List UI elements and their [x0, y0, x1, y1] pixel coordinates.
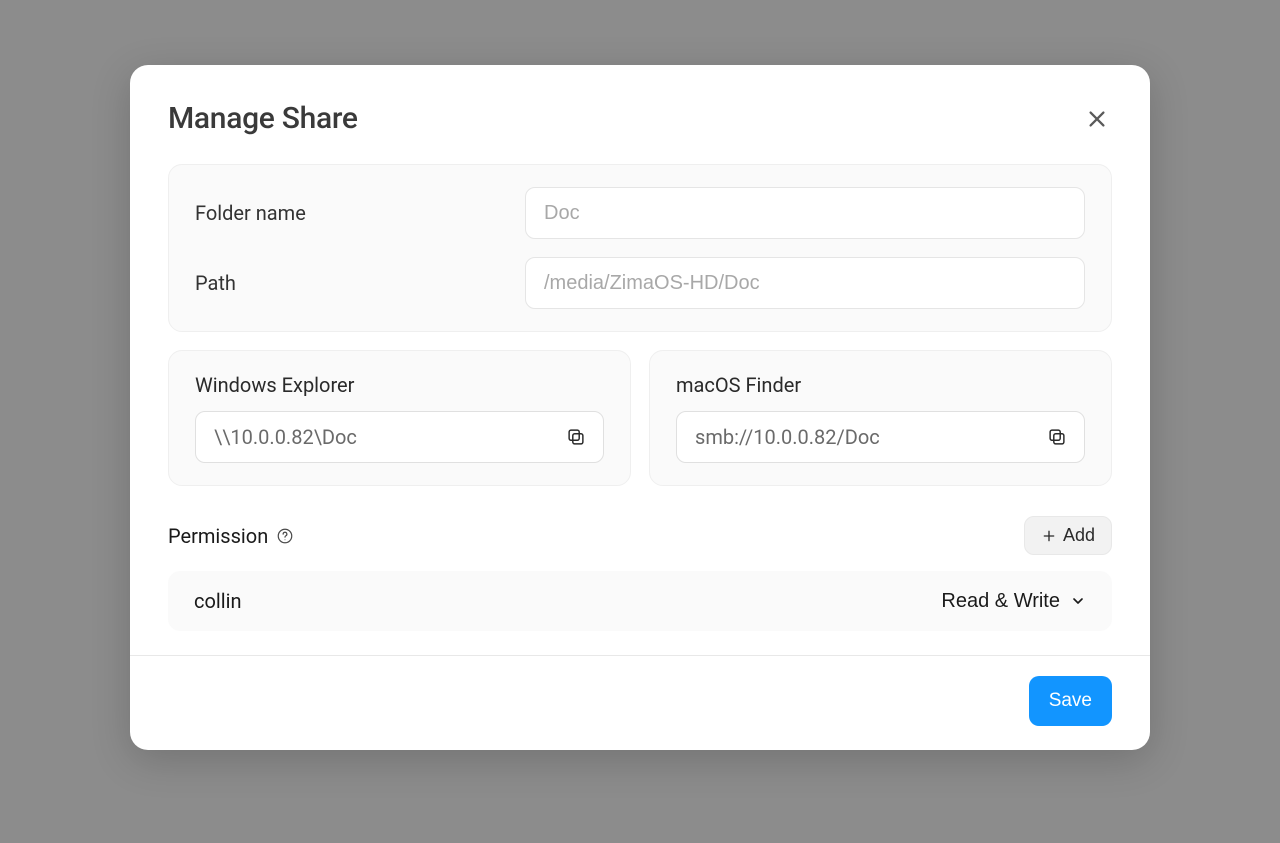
macos-copy-button[interactable] [1042, 422, 1072, 452]
macos-path-value: smb://10.0.0.82/Doc [695, 425, 1042, 449]
permission-label-wrap: Permission [168, 524, 294, 548]
folder-info-card: Folder name Path [168, 164, 1112, 332]
permission-label: Permission [168, 524, 268, 548]
plus-icon [1041, 528, 1057, 544]
permission-level-value: Read & Write [941, 590, 1060, 613]
path-input[interactable] [525, 257, 1085, 309]
network-paths-row: Windows Explorer \\10.0.0.82\Doc macOS F… [168, 350, 1112, 486]
windows-path-field: \\10.0.0.82\Doc [195, 411, 604, 463]
permission-user-name: collin [194, 589, 242, 613]
save-button[interactable]: Save [1029, 676, 1112, 726]
folder-name-row: Folder name [195, 187, 1085, 239]
copy-icon [565, 426, 587, 448]
folder-name-input[interactable] [525, 187, 1085, 239]
macos-finder-title: macOS Finder [676, 373, 1085, 397]
permission-level-select[interactable]: Read & Write [941, 590, 1086, 613]
manage-share-dialog: Manage Share Folder name Path Windows Ex… [130, 65, 1150, 750]
macos-path-field: smb://10.0.0.82/Doc [676, 411, 1085, 463]
dialog-footer: Save [130, 655, 1150, 750]
windows-path-value: \\10.0.0.82\Doc [214, 425, 561, 449]
add-button-label: Add [1063, 525, 1095, 546]
dialog-title: Manage Share [168, 101, 358, 136]
copy-icon [1046, 426, 1068, 448]
macos-finder-card: macOS Finder smb://10.0.0.82/Doc [649, 350, 1112, 486]
permission-row: collin Read & Write [168, 571, 1112, 631]
path-row: Path [195, 257, 1085, 309]
help-icon[interactable] [276, 527, 294, 545]
windows-explorer-title: Windows Explorer [195, 373, 604, 397]
windows-explorer-card: Windows Explorer \\10.0.0.82\Doc [168, 350, 631, 486]
dialog-header: Manage Share [130, 65, 1150, 164]
path-label: Path [195, 271, 525, 295]
folder-name-label: Folder name [195, 201, 525, 225]
chevron-down-icon [1070, 593, 1086, 609]
close-button[interactable] [1082, 104, 1112, 134]
windows-copy-button[interactable] [561, 422, 591, 452]
close-icon [1086, 108, 1108, 130]
permission-header: Permission Add [168, 516, 1112, 555]
dialog-content: Folder name Path Windows Explorer \\10.0… [130, 164, 1150, 631]
add-permission-button[interactable]: Add [1024, 516, 1112, 555]
